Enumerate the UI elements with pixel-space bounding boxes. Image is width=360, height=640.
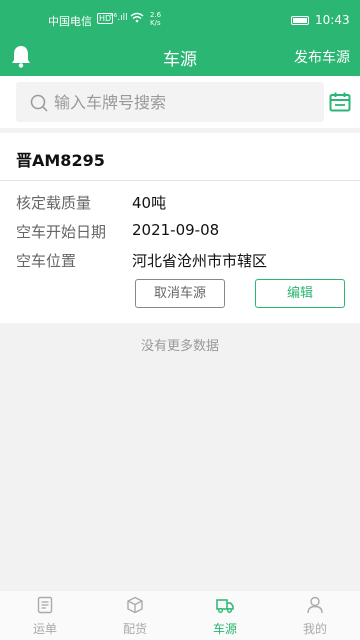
vehicle-card: 晋AM8295 核定载质量 40吨 空车开始日期 2021-09-08 空车位置… — [0, 133, 360, 323]
tab-cargo[interactable]: 配货 — [90, 591, 180, 640]
tab-label: 我的 — [302, 622, 327, 636]
network-speed: 2.6 K/s — [150, 11, 161, 27]
top-bar: 中国电信 HD ⁴⁶.ıll 2.6 K/s 10:43 车源 发布车源 — [0, 0, 360, 76]
calendar-icon[interactable] — [329, 92, 351, 112]
status-bar: 中国电信 HD ⁴⁶.ıll 2.6 K/s 10:43 — [0, 10, 360, 32]
speed-value: 2.6 — [150, 11, 162, 19]
tab-label: 运单 — [32, 622, 57, 636]
clock: 10:43 — [315, 13, 350, 27]
publish-vehicle-button[interactable]: 发布车源 — [294, 47, 350, 67]
field-label: 核定载质量 — [16, 194, 92, 212]
search-icon — [30, 94, 48, 112]
tab-profile[interactable]: 我的 — [270, 591, 360, 640]
field-value: 河北省沧州市市辖区 — [132, 252, 268, 270]
cargo-box-icon — [127, 596, 143, 614]
no-more-data-text: 没有更多数据 — [140, 339, 219, 354]
tab-label: 车源 — [212, 622, 237, 636]
field-label: 空车开始日期 — [16, 223, 107, 241]
edit-button[interactable]: 编辑 — [255, 279, 345, 308]
field-value: 2021-09-08 — [132, 221, 220, 239]
tab-vehicle-source[interactable]: 车源 — [180, 591, 270, 640]
cancel-vehicle-button[interactable]: 取消车源 — [135, 279, 225, 308]
search-row — [0, 76, 360, 128]
field-label: 空车位置 — [16, 252, 77, 270]
battery-icon — [291, 16, 309, 25]
person-icon — [307, 596, 323, 614]
signal-icon: ⁴⁶.ıll — [110, 13, 128, 23]
field-value: 40吨 — [132, 194, 167, 212]
bottom-tab-bar: 运单 配货 车源 我的 — [0, 590, 360, 640]
wifi-icon — [130, 12, 144, 23]
app-header: 车源 发布车源 — [0, 36, 360, 76]
tab-label: 配货 — [122, 622, 147, 636]
tab-waybill[interactable]: 运单 — [0, 591, 90, 640]
truck-icon — [216, 599, 234, 613]
plate-number: 晋AM8295 — [16, 151, 105, 170]
speed-unit: K/s — [150, 19, 161, 27]
plate-search-input[interactable] — [54, 88, 314, 116]
card-divider — [0, 180, 360, 181]
search-box — [16, 82, 324, 122]
waybill-icon — [37, 596, 53, 614]
carrier-label: 中国电信 — [48, 15, 92, 28]
